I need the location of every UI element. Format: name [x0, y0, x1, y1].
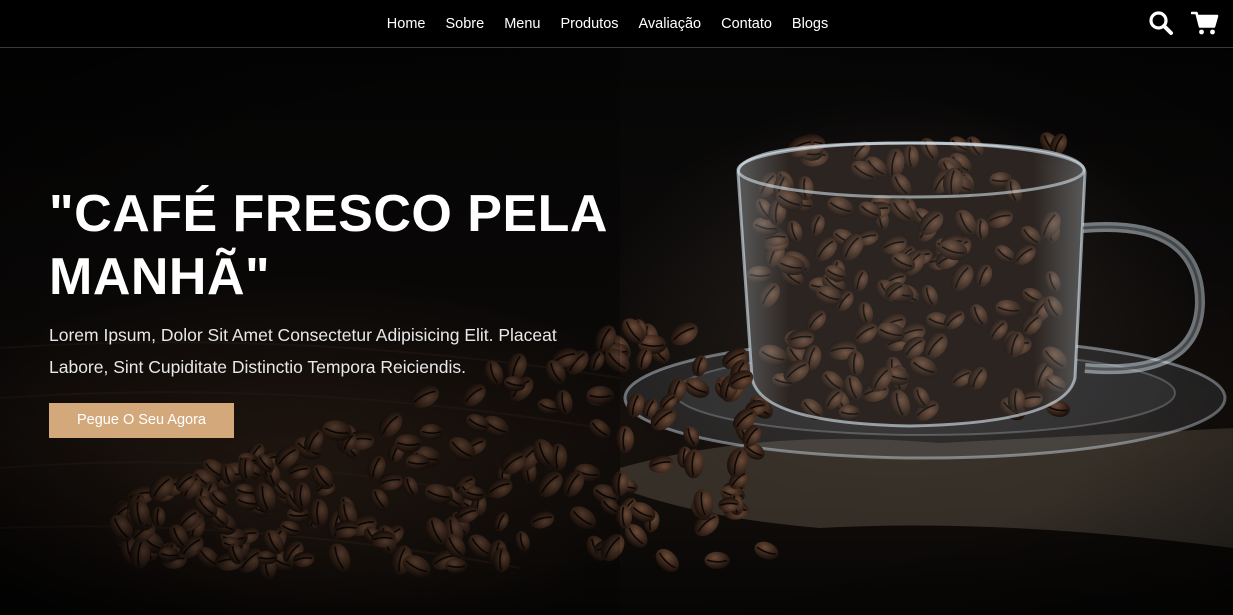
cta-button[interactable]: Pegue O Seu Agora [49, 403, 234, 438]
hero-section: "CAFÉ FRESCO PELA MANHÃ" Lorem Ipsum, Do… [0, 48, 1233, 615]
nav-item-blogs[interactable]: Blogs [792, 16, 828, 32]
nav-item-menu[interactable]: Menu [504, 16, 540, 32]
nav-item-produtos[interactable]: Produtos [560, 16, 618, 32]
nav-item-avaliacao[interactable]: Avaliação [639, 16, 702, 32]
nav-item-home[interactable]: Home [387, 16, 426, 32]
search-icon[interactable] [1147, 9, 1175, 37]
hero-title: "CAFÉ FRESCO PELA MANHÃ" [49, 185, 607, 306]
nav-item-sobre[interactable]: Sobre [445, 16, 484, 32]
header-icons [1147, 9, 1219, 37]
site-header: Home Sobre Menu Produtos Avaliação Conta… [0, 0, 1233, 48]
hero-description: Lorem Ipsum, Dolor Sit Amet Consectetur … [49, 325, 557, 377]
nav-item-contato[interactable]: Contato [721, 16, 772, 32]
hero-content: "CAFÉ FRESCO PELA MANHÃ" Lorem Ipsum, Do… [49, 183, 609, 438]
main-navigation: Home Sobre Menu Produtos Avaliação Conta… [0, 0, 1233, 47]
cart-icon[interactable] [1191, 9, 1219, 37]
